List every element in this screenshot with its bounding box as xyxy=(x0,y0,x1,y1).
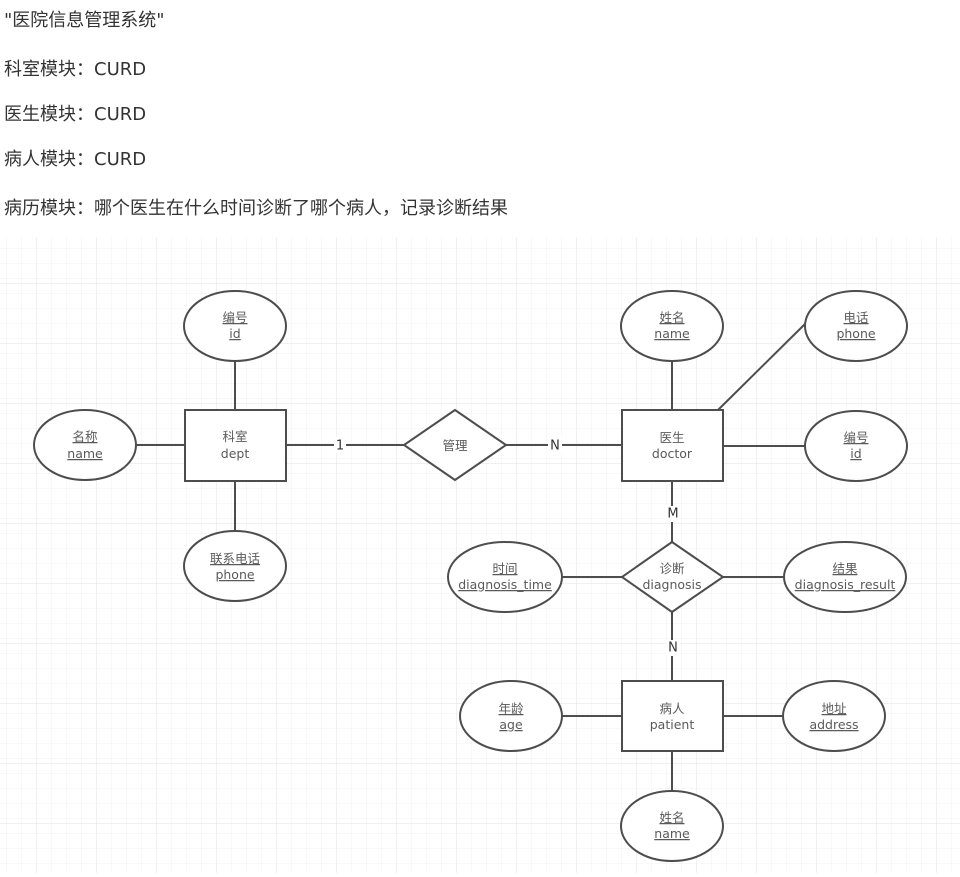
entity-label-en: patient xyxy=(650,717,695,732)
cardinality-n-patient: N xyxy=(666,640,680,656)
attribute-label-en: id xyxy=(850,446,861,461)
attribute-dept-phone[interactable]: 联系电话 phone xyxy=(183,530,287,602)
attribute-label-cn: 地址 xyxy=(821,701,847,716)
er-diagram: 1 N M N 科室 dept 医生 doctor 病人 patient 管理 … xyxy=(0,237,960,873)
system-title: "医院信息管理系统" xyxy=(4,10,165,31)
attribute-doctor-id[interactable]: 编号 id xyxy=(804,410,908,482)
attribute-label-en: name xyxy=(654,326,690,341)
attribute-label-cn: 编号 xyxy=(843,430,868,445)
attribute-label-en: diagnosis_result xyxy=(795,577,896,592)
module-line-record: 病历模块：哪个医生在什么时间诊断了哪个病人，记录诊断结果 xyxy=(4,198,508,219)
relationship-label-cn: 诊断 xyxy=(659,561,684,576)
attribute-doctor-phone[interactable]: 电话 phone xyxy=(804,290,908,362)
entity-patient[interactable]: 病人 patient xyxy=(621,680,724,752)
attribute-patient-age[interactable]: 年龄 age xyxy=(459,680,563,752)
attribute-label-cn: 时间 xyxy=(492,561,517,576)
attribute-label-cn: 名称 xyxy=(72,429,97,444)
attribute-label-en: name xyxy=(654,826,690,841)
cardinality-label: N xyxy=(550,439,560,454)
entity-label-cn: 医生 xyxy=(659,430,684,445)
attribute-patient-name[interactable]: 姓名 name xyxy=(620,790,724,862)
attribute-label-cn: 姓名 xyxy=(659,310,684,325)
attribute-label-cn: 结果 xyxy=(832,561,858,576)
attribute-label-en: id xyxy=(229,326,240,341)
entity-dept[interactable]: 科室 dept xyxy=(184,409,287,482)
attribute-label-en: phone xyxy=(836,326,875,341)
cardinality-n-doctor: N xyxy=(548,437,562,454)
attribute-label-en: age xyxy=(499,717,523,732)
module-line-doctor: 医生模块：CURD xyxy=(4,104,147,125)
cardinality-label: N xyxy=(668,641,678,656)
cardinality-1-dept: 1 xyxy=(334,437,346,454)
entity-label-cn: 病人 xyxy=(659,701,685,716)
attribute-label-en: name xyxy=(67,446,103,461)
cardinality-label: 1 xyxy=(336,439,344,454)
relationship-label-cn: 管理 xyxy=(442,438,468,453)
entity-label-en: doctor xyxy=(652,446,693,461)
cardinality-label: M xyxy=(667,507,678,522)
module-line-patient: 病人模块：CURD xyxy=(4,149,147,170)
attribute-label-cn: 编号 xyxy=(222,310,247,325)
attribute-dept-name[interactable]: 名称 name xyxy=(33,409,137,481)
attribute-doctor-name[interactable]: 姓名 name xyxy=(620,290,724,362)
entity-label-cn: 科室 xyxy=(222,429,247,444)
attribute-patient-address[interactable]: 地址 address xyxy=(782,680,886,752)
cardinality-m-doctor: M xyxy=(665,506,680,522)
attribute-label-en: diagnosis_time xyxy=(458,577,552,592)
module-line-dept: 科室模块：CURD xyxy=(4,59,147,80)
attribute-diagnosis-result[interactable]: 结果 diagnosis_result xyxy=(783,541,907,613)
er-diagram-canvas: 1 N M N 科室 dept 医生 doctor 病人 patient 管理 … xyxy=(0,237,960,873)
entity-label-en: dept xyxy=(221,446,250,461)
relationship-label-en: diagnosis xyxy=(642,577,701,592)
attribute-label-cn: 姓名 xyxy=(659,810,684,825)
attribute-label-cn: 年龄 xyxy=(498,701,524,716)
entity-doctor[interactable]: 医生 doctor xyxy=(621,409,724,482)
attribute-label-cn: 联系电话 xyxy=(210,551,260,566)
attribute-label-en: phone xyxy=(215,567,254,582)
attribute-diagnosis-time[interactable]: 时间 diagnosis_time xyxy=(447,541,563,613)
attribute-dept-id[interactable]: 编号 id xyxy=(183,290,287,362)
attribute-label-cn: 电话 xyxy=(843,310,868,325)
attribute-label-en: address xyxy=(809,717,858,732)
